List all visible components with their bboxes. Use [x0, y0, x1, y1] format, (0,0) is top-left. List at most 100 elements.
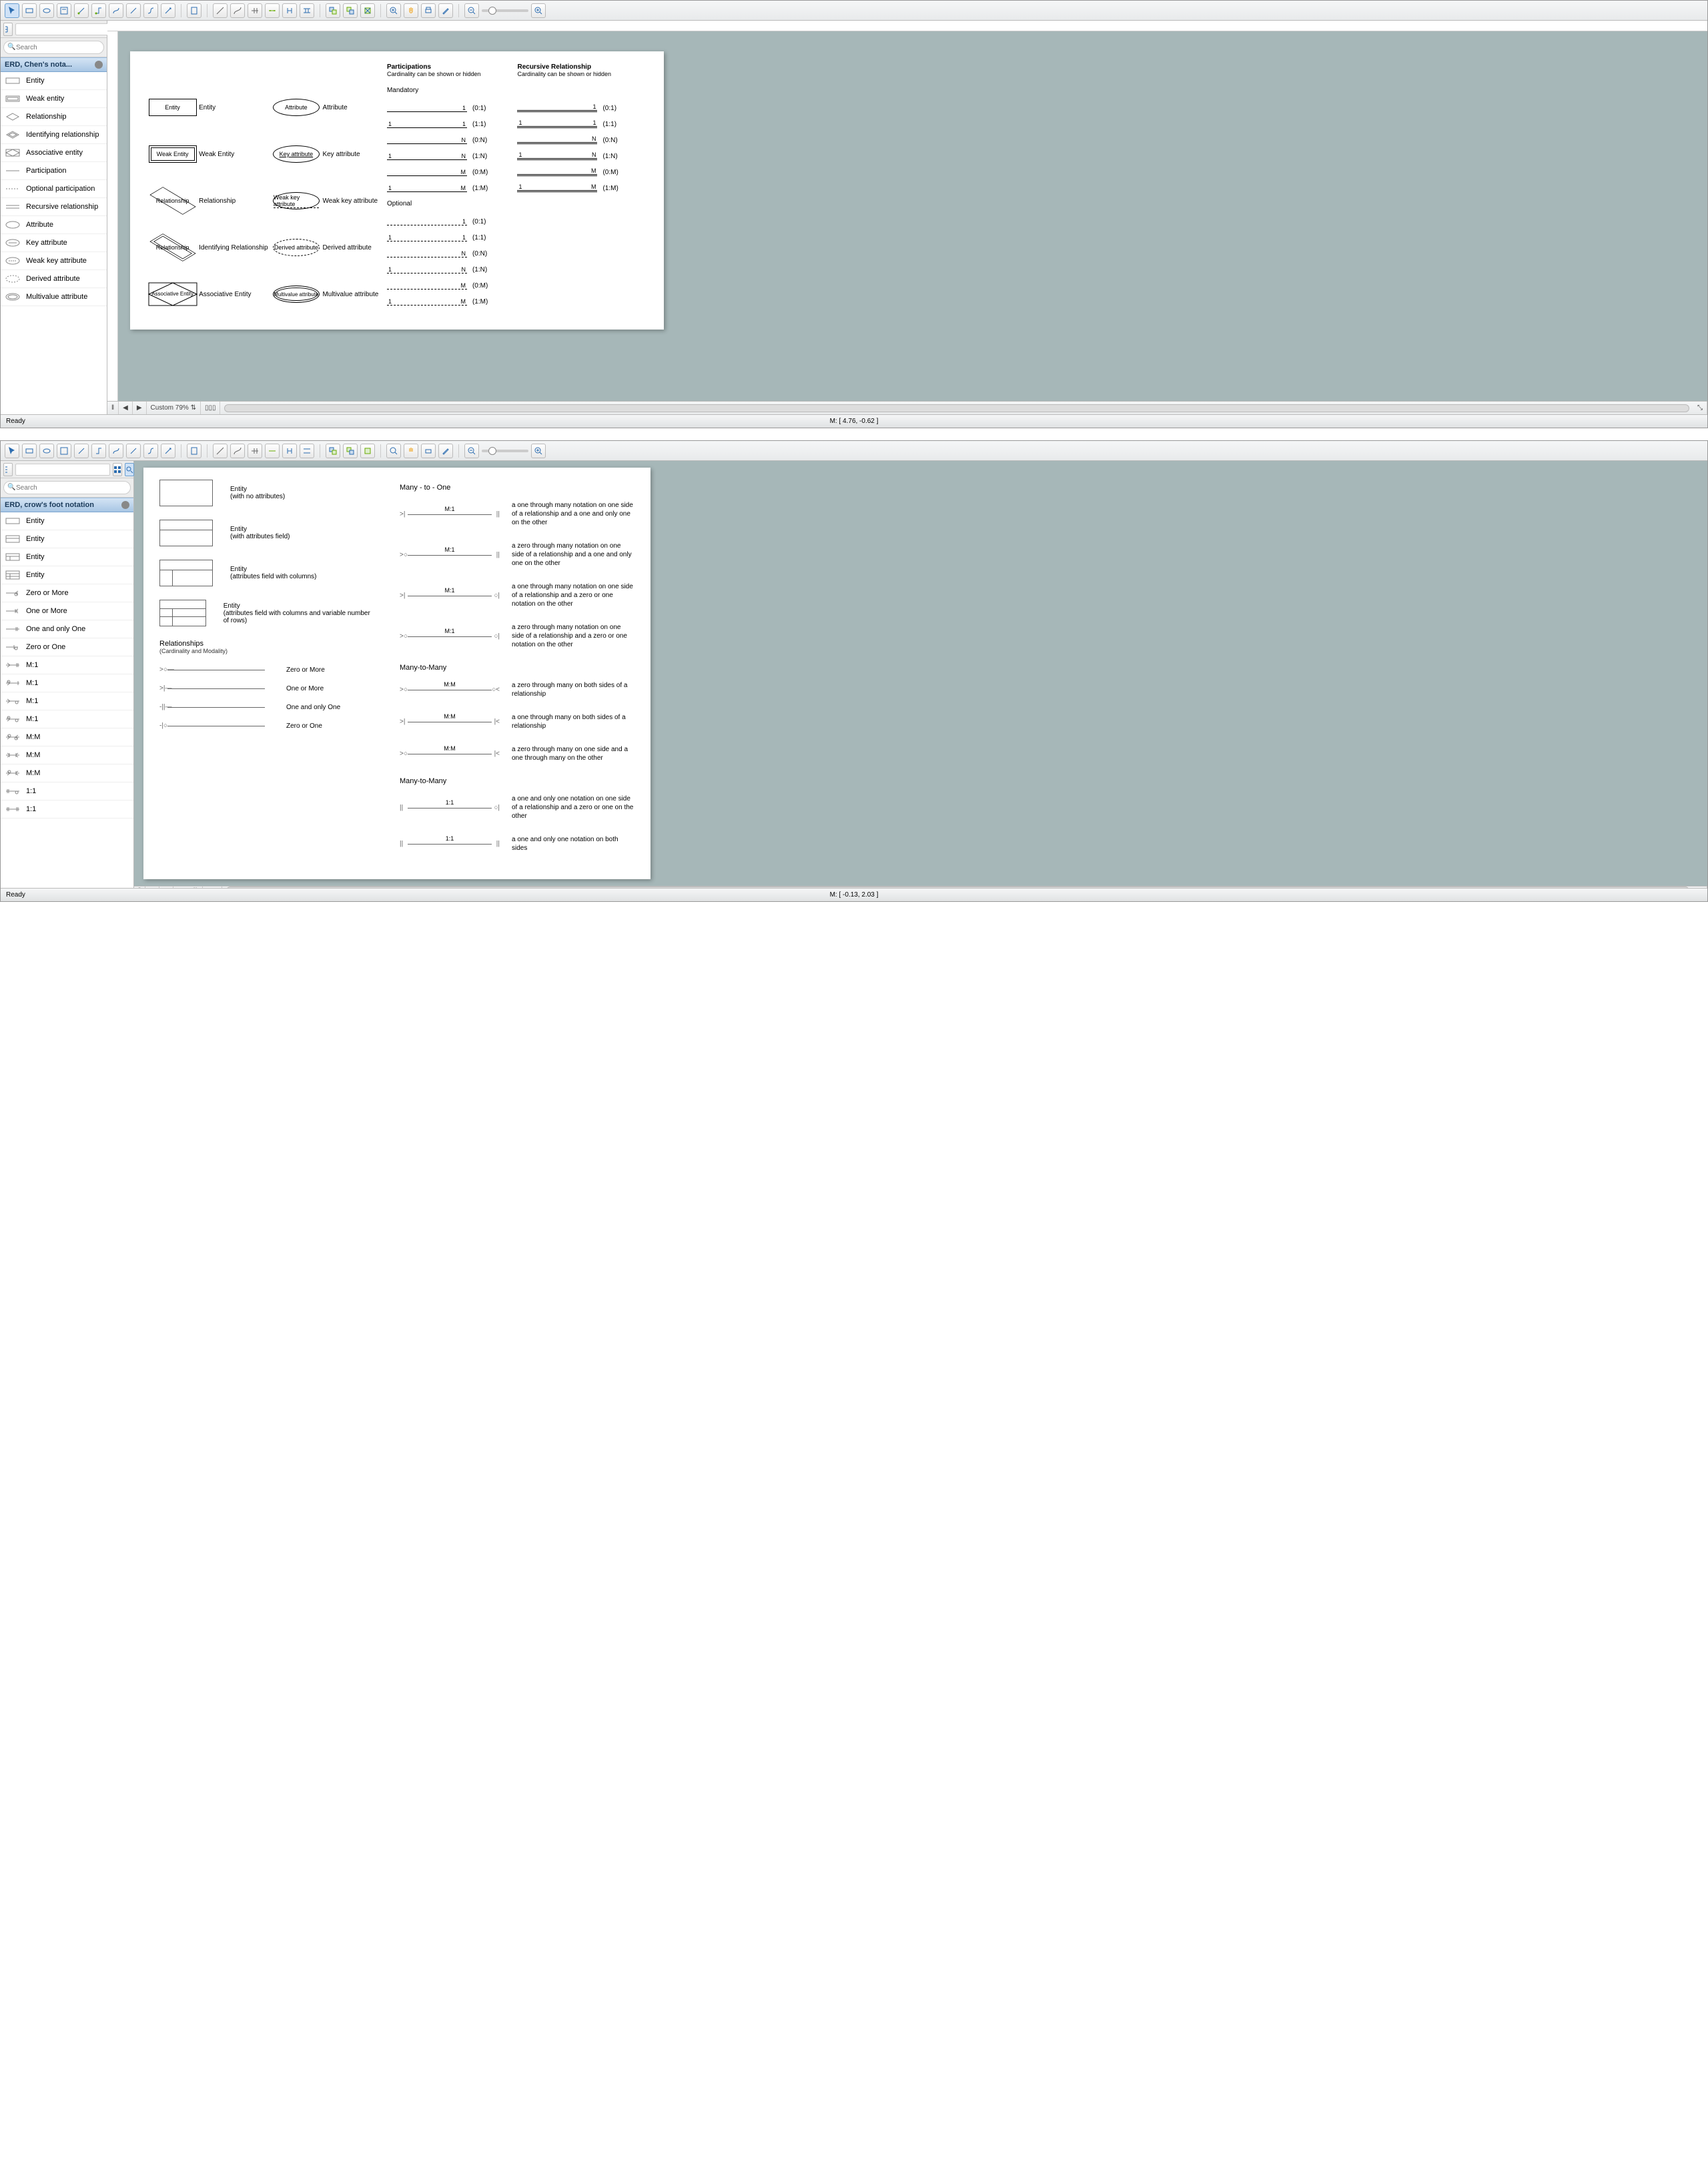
line-style-2[interactable]	[230, 444, 245, 458]
pointer-tool[interactable]	[5, 444, 19, 458]
stencil-item[interactable]: Relationship	[1, 108, 107, 126]
text-tool[interactable]	[57, 3, 71, 18]
line-style-4[interactable]	[265, 444, 280, 458]
cardinality-row[interactable]: N(0:N)	[517, 128, 648, 144]
stencil-item[interactable]: Optional participation	[1, 180, 107, 198]
connector-tool-1[interactable]	[74, 3, 89, 18]
group-tool-2[interactable]	[343, 444, 358, 458]
connector-tool-1[interactable]	[74, 444, 89, 458]
connector-tool-5[interactable]	[143, 444, 158, 458]
edit-tool[interactable]	[438, 3, 453, 18]
line-style-2[interactable]	[230, 3, 245, 18]
group-tool-3[interactable]	[360, 444, 375, 458]
line-style-1[interactable]	[213, 444, 228, 458]
stencil-item[interactable]: Entity	[1, 72, 107, 90]
hand-tool[interactable]	[404, 3, 418, 18]
weak-entity-shape[interactable]: Weak Entity	[149, 145, 197, 163]
panel-close-icon[interactable]	[121, 501, 129, 509]
search-stencil-btn[interactable]	[125, 463, 134, 476]
connector-tool-5[interactable]	[143, 3, 158, 18]
cardinality-row[interactable]: 1M(1:M)	[517, 176, 648, 192]
zoom-out-btn[interactable]	[464, 444, 479, 458]
hand-tool[interactable]	[404, 444, 418, 458]
stencil-item[interactable]: M:M	[1, 764, 133, 782]
new-page-tool[interactable]	[187, 444, 201, 458]
print-tool[interactable]	[421, 3, 436, 18]
stencil-item[interactable]: One and only One	[1, 620, 133, 638]
stencil-item[interactable]: Identifying relationship	[1, 126, 107, 144]
cardinality-row[interactable]: 11(1:1)	[517, 112, 648, 128]
page-prev-btn[interactable]: ◀	[119, 402, 133, 414]
line-style-4[interactable]	[265, 3, 280, 18]
connector-line[interactable]: >○M:1○|	[400, 632, 500, 641]
stencil-item[interactable]: Zero or One	[1, 638, 133, 656]
line-style-6[interactable]	[300, 444, 314, 458]
connector-line[interactable]: >○M:1||	[400, 550, 500, 560]
connector-tool-3[interactable]	[109, 444, 123, 458]
stencil-item[interactable]: Multivalue attribute	[1, 288, 107, 306]
line-style-1[interactable]	[213, 3, 228, 18]
stencil-panel-header[interactable]: ERD, crow's foot notation	[1, 498, 133, 512]
rect-tool[interactable]	[22, 3, 37, 18]
edit-tool[interactable]	[438, 444, 453, 458]
connector-tool-3[interactable]	[109, 3, 123, 18]
cardinality-row[interactable]: M(0:M)	[387, 160, 518, 176]
cardinality-row[interactable]: 1M(1:M)	[387, 290, 518, 306]
cardinality-row[interactable]: M(0:M)	[517, 160, 648, 176]
stencil-item[interactable]: Weak entity	[1, 90, 107, 108]
zoom-in-tool[interactable]	[386, 3, 401, 18]
cardinality-row[interactable]: 1(0:1)	[387, 96, 518, 112]
panel-close-icon[interactable]	[95, 61, 103, 69]
relationship-shape[interactable]: Relationship	[149, 191, 196, 210]
stencil-item[interactable]: M:1	[1, 656, 133, 674]
cardinality-row[interactable]: N(0:N)	[387, 241, 518, 257]
legend-connector[interactable]: -|○	[159, 721, 273, 730]
new-page-tool[interactable]	[187, 3, 201, 18]
stencil-item[interactable]: Entity	[1, 512, 133, 530]
identifying-rel-shape[interactable]: Relationship	[149, 238, 196, 257]
stencil-item[interactable]: Entity	[1, 566, 133, 584]
group-tool-3[interactable]	[360, 3, 375, 18]
stencil-item[interactable]: One or More	[1, 602, 133, 620]
canvas-page[interactable]: Entity(with no attributes)Entity(with at…	[143, 468, 651, 879]
entity-shape[interactable]	[159, 520, 213, 546]
stencil-item[interactable]: M:M	[1, 746, 133, 764]
entity-shape[interactable]	[159, 480, 213, 506]
connector-line[interactable]: ||1:1||	[400, 839, 500, 849]
connector-tool-2[interactable]	[91, 3, 106, 18]
zoom-in-btn[interactable]	[531, 3, 546, 18]
cardinality-row[interactable]: 1(0:1)	[517, 96, 648, 112]
text-tool[interactable]	[57, 444, 71, 458]
stencil-item[interactable]: Entity	[1, 548, 133, 566]
sidebar-search-input[interactable]	[3, 41, 104, 54]
stencil-item[interactable]: 1:1	[1, 800, 133, 819]
pointer-tool[interactable]	[5, 3, 19, 18]
cardinality-row[interactable]: N(0:N)	[387, 128, 518, 144]
cardinality-row[interactable]: 1N(1:N)	[517, 144, 648, 160]
resize-corner[interactable]: ⤡	[1693, 402, 1707, 414]
key-attr-shape[interactable]: Key attribute	[273, 145, 320, 163]
page-tabs[interactable]: ▯▯▯	[201, 402, 221, 414]
pages-handle[interactable]: ‖	[107, 402, 119, 414]
weak-key-attr-shape[interactable]: Weak key attribute	[273, 192, 320, 209]
entity-shape[interactable]: Entity	[149, 99, 197, 116]
stencil-item[interactable]: Associative entity	[1, 144, 107, 162]
stencil-search-mini[interactable]	[15, 464, 110, 476]
derived-attr-shape[interactable]: Derived attribute	[273, 239, 320, 256]
grid-view-btn[interactable]	[113, 463, 122, 476]
stencil-panel-header[interactable]: ERD, Chen's nota...	[1, 57, 107, 72]
stencil-item[interactable]: M:M	[1, 728, 133, 746]
multivalue-attr-shape[interactable]: Multivalue attribute	[273, 286, 320, 303]
stencil-item[interactable]: Key attribute	[1, 234, 107, 252]
connector-tool-4[interactable]	[126, 3, 141, 18]
connector-tool-6[interactable]	[161, 444, 175, 458]
rect-tool[interactable]	[22, 444, 37, 458]
assoc-entity-shape[interactable]: Associative Entity	[148, 282, 197, 306]
cardinality-row[interactable]: 11(1:1)	[387, 225, 518, 241]
legend-connector[interactable]: >○—	[159, 665, 273, 674]
tree-view-btn[interactable]	[3, 463, 13, 476]
entity-shape[interactable]	[159, 560, 213, 586]
group-tool-1[interactable]	[326, 3, 340, 18]
h-scrollbar[interactable]	[224, 404, 1689, 412]
zoom-in-tool[interactable]	[386, 444, 401, 458]
